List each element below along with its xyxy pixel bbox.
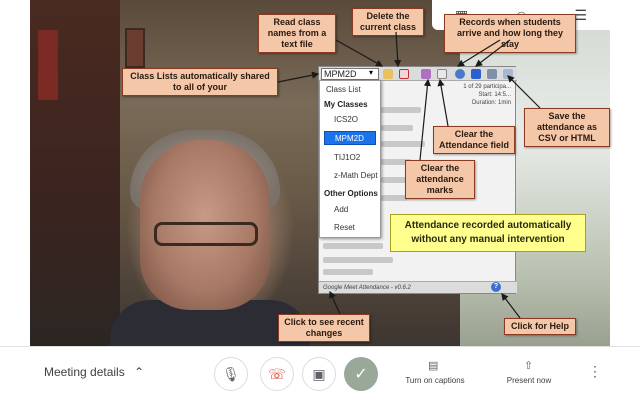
dropdown-item-mpm2d[interactable]: MPM2D [324, 131, 376, 145]
camera-button[interactable]: ▣ [302, 357, 336, 391]
dropdown-item-ics2o[interactable]: ICS2O [320, 113, 380, 127]
phone-hangup-icon: ☏ [268, 365, 286, 382]
blurred-name [381, 141, 425, 147]
present-icon[interactable]: ⇧ [524, 359, 533, 372]
blurred-name [323, 269, 373, 275]
folder-open-icon[interactable] [383, 69, 393, 79]
participant-glasses [154, 222, 258, 246]
callout-save-attendance: Save the attendance as CSV or HTML [524, 108, 610, 147]
background-picture [125, 28, 145, 68]
dropdown-item-reset[interactable]: Reset [320, 221, 380, 235]
callout-records-arrive: Records when students arrive and how lon… [444, 14, 576, 53]
callout-class-lists: Class Lists automatically shared to all … [122, 68, 278, 96]
blurred-name [381, 107, 421, 113]
start-time: Start: 14:5... [478, 92, 511, 98]
extension-footer[interactable]: Google Meet Attendance - v0.6.2 [319, 281, 517, 293]
meeting-details-label: Meeting details [44, 365, 125, 379]
participant-count: 1 of 29 participa... [463, 84, 511, 90]
background-shelf [38, 30, 58, 100]
chevron-down-icon[interactable]: ▾ [369, 68, 373, 77]
blurred-name [381, 195, 407, 201]
help-icon[interactable]: ? [491, 282, 501, 292]
meeting-details-button[interactable]: Meeting details ⌃ [44, 365, 144, 379]
callout-delete-class: Delete the current class [352, 8, 424, 36]
blurred-name [323, 243, 383, 249]
attendance-tracker-icon[interactable] [455, 69, 465, 79]
extension-toolbar: MPM2D ▾ [319, 67, 517, 81]
html-export-icon[interactable] [503, 69, 513, 79]
callout-recent-changes: Click to see recent changes [278, 314, 370, 342]
attendance-check-button[interactable]: ✓ [344, 357, 378, 391]
dropdown-group-my-classes: My Classes [324, 100, 368, 109]
callout-clear-field: Clear the Attendance field [433, 126, 515, 154]
captions-button[interactable]: Turn on captions [402, 376, 468, 385]
microphone-button[interactable]: 🎙 [214, 357, 248, 391]
end-call-button[interactable]: ☏ [260, 357, 294, 391]
microphone-icon: 🎙 [222, 365, 240, 382]
chevron-up-icon: ⌃ [134, 365, 145, 379]
duration: Duration: 1min [471, 100, 511, 106]
present-button[interactable]: Present now [502, 376, 556, 385]
version-label[interactable]: Google Meet Attendance - v0.6.2 [323, 285, 411, 291]
dropdown-header-class-list: Class List [326, 85, 361, 94]
eraser-icon[interactable] [421, 69, 431, 79]
meet-bottom-bar: Meeting details ⌃ 🎙 ☏ ▣ ✓ ▤ Turn on capt… [0, 346, 640, 400]
callout-clear-marks: Clear the attendance marks [405, 160, 475, 199]
blurred-name [323, 257, 393, 263]
class-list-dropdown: Class List My Classes ICS2O MPM2D TIJ1O2… [319, 80, 381, 238]
save-icon[interactable] [487, 69, 497, 79]
callout-help: Click for Help [504, 318, 576, 335]
dropdown-item-tij1o2[interactable]: TIJ1O2 [320, 151, 380, 165]
clear-field-icon[interactable] [437, 69, 447, 79]
dropdown-item-z-math-dept[interactable]: z-Math Dept [320, 169, 380, 183]
checkbox-icon[interactable] [471, 69, 481, 79]
participant-info: 1 of 29 participa... Start: 14:5... Dura… [463, 83, 511, 107]
blurred-name [381, 125, 413, 131]
captions-icon[interactable]: ▤ [428, 359, 438, 372]
camera-icon: ▣ [312, 365, 326, 382]
dropdown-group-other-options: Other Options [324, 189, 378, 198]
dropdown-item-add[interactable]: Add [320, 203, 380, 217]
chat-icon[interactable]: ☰ [574, 7, 587, 24]
checkmark-icon: ✓ [354, 366, 368, 383]
more-options-icon[interactable]: ⋮ [588, 363, 602, 380]
callout-attendance-auto: Attendance recorded automatically withou… [390, 214, 586, 252]
callout-read-names: Read class names from a text file [258, 14, 336, 53]
delete-class-icon[interactable] [399, 69, 409, 79]
